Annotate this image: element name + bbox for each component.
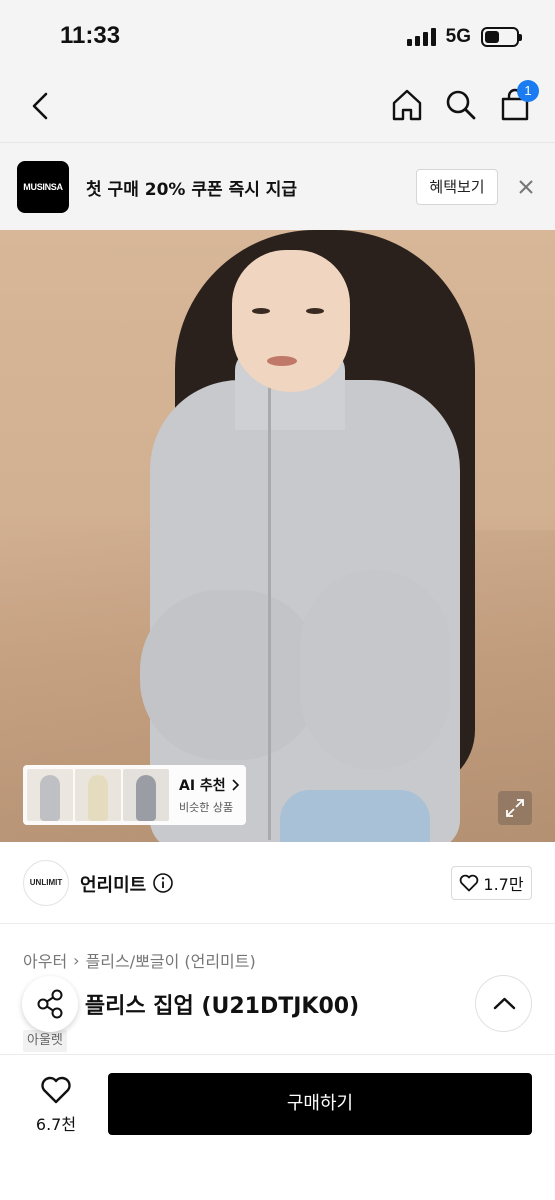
back-button[interactable] [24, 88, 60, 124]
search-button[interactable] [443, 86, 479, 124]
share-button[interactable] [22, 976, 78, 1032]
brand-name[interactable]: 언리미트 [80, 871, 146, 897]
brand-like-button[interactable]: 1.7만 [451, 866, 532, 900]
brand-info-button[interactable] [152, 872, 174, 894]
heart-icon [41, 1076, 71, 1104]
expand-icon [506, 799, 524, 817]
chevron-right-icon [232, 779, 239, 791]
breadcrumb-item[interactable]: 플리스/뽀글이 (언리미트) [86, 948, 256, 972]
brand-like-count: 1.7만 [483, 875, 524, 894]
wishlist-count: 6.7천 [35, 1115, 77, 1134]
promo-banner[interactable]: MUSINSA 첫 구매 20% 쿠폰 즉시 지급 혜택보기 [0, 142, 555, 230]
status-time: 11:33 [60, 22, 121, 49]
ai-thumb-3 [123, 769, 169, 821]
ai-recommend-subtitle: 비슷한 상품 [179, 801, 234, 814]
breadcrumb-item[interactable]: 아우터 [23, 948, 67, 972]
network-label: 5G [445, 26, 471, 47]
chevron-left-icon [32, 92, 48, 120]
product-image[interactable]: AI 추천 비슷한 상품 [0, 230, 555, 842]
bottom-action-bar: 6.7천 구매하기 [0, 1054, 555, 1200]
cart-count-badge: 1 [517, 80, 539, 102]
ai-recommend-title: AI 추천 [179, 778, 226, 794]
status-indicators: 5G [406, 26, 522, 48]
info-icon [153, 873, 173, 893]
heart-icon [460, 874, 479, 892]
brand-logo[interactable]: UNLIMIT [23, 860, 69, 906]
view-benefits-button[interactable]: 혜택보기 [416, 169, 498, 205]
close-icon [519, 180, 533, 194]
home-button[interactable] [389, 86, 425, 124]
search-icon [446, 90, 476, 120]
chevron-up-icon [493, 997, 516, 1010]
expand-image-button[interactable] [498, 791, 532, 825]
scroll-top-button[interactable] [475, 975, 532, 1032]
ai-thumb-1 [27, 769, 73, 821]
buy-button[interactable]: 구매하기 [108, 1073, 532, 1135]
outlet-tag: 아울렛 [23, 1030, 67, 1052]
close-promo-button[interactable] [514, 175, 538, 199]
status-bar: 11:33 5G [0, 0, 555, 70]
nav-bar: 1 [0, 70, 555, 142]
promo-message: 첫 구매 20% 쿠폰 즉시 지급 [86, 180, 298, 200]
breadcrumb-separator-icon: › [73, 950, 80, 970]
brand-row: UNLIMIT 언리미트 1.7만 [0, 842, 555, 924]
product-title-text: 직 플리스 집업 (U21DTJK00) [57, 994, 360, 1019]
signal-icon [406, 28, 436, 46]
ai-thumb-2 [75, 769, 121, 821]
musinsa-logo: MUSINSA [17, 161, 69, 213]
wishlist-button[interactable]: 6.7천 [26, 1075, 86, 1135]
share-icon [37, 989, 63, 1019]
nav-actions: 1 [389, 80, 539, 124]
breadcrumb: 아우터 › 플리스/뽀글이 (언리미트) [23, 948, 256, 972]
ai-recommend-card[interactable]: AI 추천 비슷한 상품 [23, 765, 246, 825]
cart-button[interactable]: 1 [497, 80, 539, 124]
home-icon [392, 89, 422, 121]
battery-icon [481, 27, 522, 47]
